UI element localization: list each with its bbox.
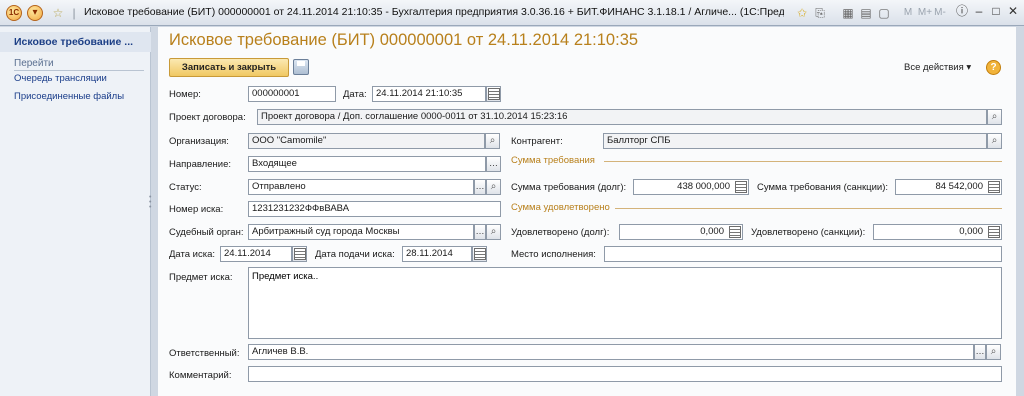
info-icon[interactable]: ⓘ: [953, 4, 971, 20]
document-icon[interactable]: ▢: [876, 5, 892, 21]
calculator-icon[interactable]: [988, 181, 1000, 193]
status-select-button[interactable]: …: [474, 179, 486, 195]
direction-label: Направление:: [169, 159, 231, 170]
memory-plus-button[interactable]: M+: [917, 5, 933, 21]
satisfied-group-title: Сумма удовлетворено: [511, 202, 610, 213]
claim-number-field[interactable]: 1231231232ФФвВАВА: [248, 201, 501, 217]
responsible-label: Ответственный:: [169, 348, 240, 359]
claim-group-divider: [604, 161, 1002, 162]
sidebar-title[interactable]: Исковое требование ...: [14, 36, 133, 48]
number-label: Номер:: [169, 89, 201, 100]
splitter-handle[interactable]: • • •: [149, 194, 151, 211]
date-label: Дата:: [343, 89, 367, 100]
status-label: Статус:: [169, 182, 202, 193]
window-title: Исковое требование (БИТ) 000000001 от 24…: [84, 6, 784, 18]
maximize-button[interactable]: □: [987, 4, 1005, 20]
calculator-icon[interactable]: [735, 181, 747, 193]
partner-field[interactable]: Баллторг СПБ: [603, 133, 987, 149]
status-field[interactable]: Отправлено: [248, 179, 474, 195]
add-favorite-icon[interactable]: ✩: [794, 5, 810, 21]
satisfied-sanction-label: Удовлетворено (санкции):: [751, 227, 866, 238]
responsible-field[interactable]: Агличев В.В.: [248, 344, 974, 360]
responsible-select-button[interactable]: …: [974, 344, 986, 360]
claim-sanction-label: Сумма требования (санкции):: [757, 182, 889, 193]
subject-textarea[interactable]: Предмет иска..: [248, 267, 1002, 339]
sidebar-item-attached-files[interactable]: Присоединенные файлы: [14, 91, 124, 102]
link-icon[interactable]: ⎘: [812, 5, 828, 21]
claim-date-label: Дата иска:: [169, 249, 216, 260]
memory-minus-button[interactable]: M-: [932, 5, 948, 21]
filing-date-field[interactable]: 28.11.2014: [402, 246, 472, 262]
organization-label: Организация:: [169, 136, 229, 147]
court-field[interactable]: Арбитражный суд города Москвы: [248, 224, 474, 240]
direction-select-button[interactable]: …: [486, 156, 501, 172]
satisfied-group-divider: [615, 208, 1002, 209]
claim-sanction-field[interactable]: 84 542,000: [895, 179, 1002, 195]
search-icon[interactable]: ⌕: [486, 179, 501, 195]
search-icon[interactable]: ⌕: [486, 224, 501, 240]
claim-debt-label: Сумма требования (долг):: [511, 182, 627, 193]
court-select-button[interactable]: …: [474, 224, 486, 240]
court-label: Судебный орган:: [169, 227, 244, 238]
separator-icon: |: [72, 6, 76, 20]
calculator-icon[interactable]: [988, 226, 1000, 238]
organization-field[interactable]: ООО "Camomile": [248, 133, 485, 149]
help-icon[interactable]: ?: [986, 60, 1001, 75]
sidebar: Исковое требование ... Перейти Очередь т…: [0, 27, 151, 396]
filing-date-label: Дата подачи иска:: [315, 249, 395, 260]
claim-date-field[interactable]: 24.11.2014: [220, 246, 292, 262]
favorite-star-icon[interactable]: ☆: [50, 5, 66, 21]
comment-label: Комментарий:: [169, 370, 232, 381]
sidebar-item-translation-queue[interactable]: Очередь трансляции: [14, 73, 107, 84]
all-actions-menu[interactable]: Все действия ▾: [904, 62, 971, 73]
place-label: Место исполнения:: [511, 249, 596, 260]
app-logo-icon[interactable]: 1С: [6, 5, 22, 21]
calendar-icon[interactable]: ▤: [858, 5, 874, 21]
save-disk-icon[interactable]: [293, 59, 309, 75]
claim-debt-field[interactable]: 438 000,000: [633, 179, 749, 195]
close-button[interactable]: ✕: [1004, 4, 1022, 20]
claim-group-title: Сумма требования: [511, 155, 595, 166]
satisfied-debt-label: Удовлетворено (долг):: [511, 227, 610, 238]
claim-date-calendar-button[interactable]: [292, 246, 307, 262]
title-bar: 1С ▾ ☆ | Исковое требование (БИТ) 000000…: [0, 0, 1024, 26]
comment-field[interactable]: [248, 366, 1002, 382]
search-icon[interactable]: ⌕: [485, 133, 500, 149]
date-field[interactable]: 24.11.2014 21:10:35: [372, 86, 486, 102]
calendar-icon: [487, 88, 500, 100]
subject-label: Предмет иска:: [169, 272, 233, 283]
save-and-close-button[interactable]: Записать и закрыть: [169, 58, 289, 77]
page-title: Исковое требование (БИТ) 000000001 от 24…: [169, 31, 639, 49]
calculator-icon[interactable]: ▦: [840, 5, 856, 21]
minimize-button[interactable]: –: [970, 4, 988, 20]
contract-field[interactable]: Проект договора / Доп. соглашение 0000-0…: [257, 109, 987, 125]
memory-m-button[interactable]: M: [900, 5, 916, 21]
search-icon[interactable]: ⌕: [986, 344, 1001, 360]
partner-label: Контрагент:: [511, 136, 563, 147]
sidebar-section-goto: Перейти: [14, 58, 144, 71]
place-field[interactable]: [604, 246, 1002, 262]
contract-label: Проект договора:: [169, 112, 246, 123]
date-calendar-button[interactable]: [486, 86, 501, 102]
search-icon[interactable]: ⌕: [987, 109, 1002, 125]
search-icon[interactable]: ⌕: [987, 133, 1002, 149]
main-menu-icon[interactable]: ▾: [27, 5, 43, 21]
calendar-icon: [473, 248, 486, 260]
calendar-icon: [293, 248, 306, 260]
satisfied-debt-field[interactable]: 0,000: [619, 224, 743, 240]
filing-date-calendar-button[interactable]: [472, 246, 487, 262]
direction-field[interactable]: Входящее: [248, 156, 486, 172]
satisfied-sanction-field[interactable]: 0,000: [873, 224, 1002, 240]
number-field[interactable]: 000000001: [248, 86, 336, 102]
calculator-icon[interactable]: [729, 226, 741, 238]
claim-number-label: Номер иска:: [169, 204, 224, 215]
